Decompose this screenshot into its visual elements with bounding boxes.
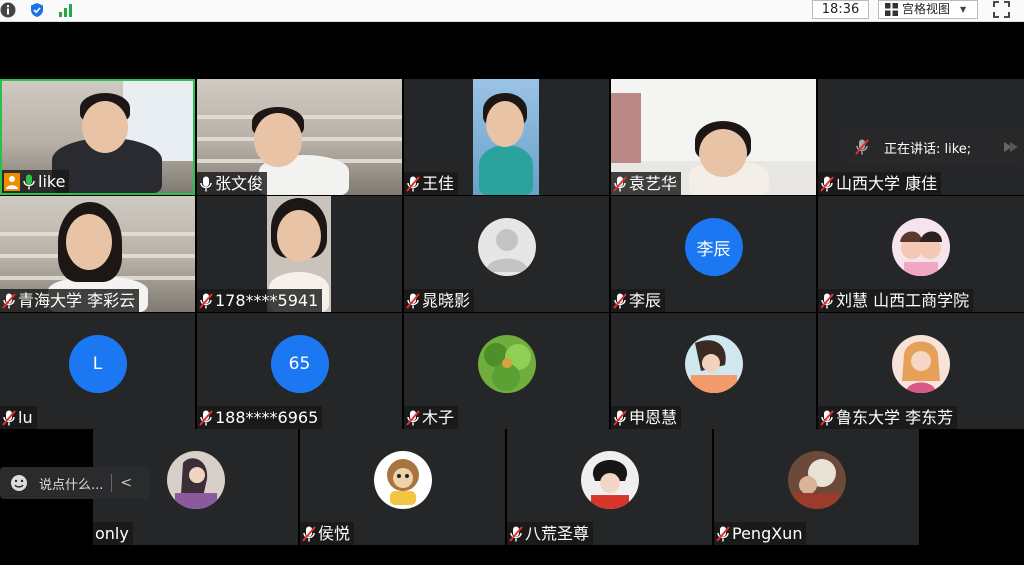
- shield-icon[interactable]: [29, 2, 45, 18]
- info-icon[interactable]: [0, 2, 16, 18]
- tile-houyue[interactable]: 侯悦: [300, 429, 505, 545]
- mic-muted-icon: [406, 409, 420, 426]
- video-tile-wangjia[interactable]: 王佳: [404, 79, 609, 195]
- top-status-bar: 18:36 宫格视图 ▼: [0, 0, 1024, 22]
- mic-muted-icon: [820, 292, 834, 309]
- avatar-image: [580, 451, 639, 510]
- name-tag: 王佳: [404, 172, 459, 195]
- user-icon: [4, 172, 20, 191]
- avatar: L: [68, 335, 127, 394]
- view-mode-button[interactable]: 宫格视图 ▼: [878, 0, 978, 19]
- chevron-down-icon: ▼: [960, 5, 967, 14]
- fullscreen-icon[interactable]: [993, 1, 1010, 18]
- mic-muted-icon: [2, 409, 16, 426]
- name-tag: 木子: [404, 406, 459, 429]
- grid-icon: [885, 3, 898, 16]
- avatar-image: [166, 451, 225, 510]
- avatar-image: [477, 335, 536, 394]
- mic-on-icon: [200, 176, 212, 191]
- name-tag: like: [2, 170, 70, 193]
- mic-muted-icon: [406, 175, 420, 192]
- name-tag: 晁晓影: [404, 289, 475, 312]
- tile-shenenhui[interactable]: 申恩慧: [611, 313, 816, 429]
- name-tag: 张文俊: [197, 172, 268, 195]
- mic-muted-icon: [613, 292, 627, 309]
- speaking-indicator: 正在讲话: like;: [842, 129, 1022, 165]
- signal-icon[interactable]: [58, 2, 74, 18]
- tile-muzi[interactable]: 木子: [404, 313, 609, 429]
- mic-muted-icon: [820, 175, 834, 192]
- divider: [111, 474, 113, 492]
- chevron-left-icon[interactable]: <: [120, 475, 132, 491]
- name-tag: 八荒圣尊: [507, 522, 594, 545]
- chat-input[interactable]: 说点什么...: [39, 474, 103, 493]
- mic-muted-icon: [2, 292, 16, 309]
- name-tag: 青海大学 李彩云: [0, 289, 140, 312]
- mic-muted-icon: [199, 292, 213, 309]
- speaking-label: 正在讲话: like;: [884, 141, 972, 157]
- mic-muted-icon: [302, 525, 316, 542]
- participant-video: [473, 79, 539, 195]
- mic-muted-icon: [509, 525, 523, 542]
- tile-lichen[interactable]: 李辰 李辰: [611, 196, 816, 312]
- tile-lu[interactable]: L lu: [0, 313, 195, 429]
- video-tile-yuanyihua[interactable]: 袁艺华: [611, 79, 816, 195]
- avatar-image: [373, 451, 432, 510]
- name-tag: 申恩慧: [611, 406, 682, 429]
- view-mode-label: 宫格视图: [902, 2, 951, 16]
- name-tag: PengXun: [714, 522, 807, 545]
- avatar-image: [892, 218, 950, 277]
- mic-muted-icon: [716, 525, 730, 542]
- tile-lidongfang[interactable]: 鲁东大学 李东芳: [818, 313, 1024, 429]
- video-tile-178[interactable]: 178****5941: [197, 196, 402, 312]
- mic-muted-icon: [820, 409, 834, 426]
- avatar-image: [892, 335, 950, 394]
- name-tag: lu: [0, 406, 37, 429]
- mic-on-icon: [23, 174, 35, 189]
- chat-input-bar[interactable]: 说点什么... <: [0, 467, 150, 499]
- name-tag: 山西大学 康佳: [818, 172, 942, 195]
- avatar-image: [684, 335, 743, 394]
- mic-muted-icon: [855, 139, 869, 155]
- tile-huangxiaoying[interactable]: 晁晓影: [404, 196, 609, 312]
- video-tile-licaiyun[interactable]: 青海大学 李彩云: [0, 196, 195, 312]
- tile-188[interactable]: 65 188****6965: [197, 313, 402, 429]
- default-avatar-icon: [477, 218, 536, 277]
- video-tile-zhangwenjun[interactable]: 张文俊: [197, 79, 402, 195]
- avatar-image: [787, 451, 846, 510]
- mic-muted-icon: [406, 292, 420, 309]
- mic-muted-icon: [613, 409, 627, 426]
- tile-pengxun[interactable]: PengXun: [714, 429, 919, 545]
- avatar: 65: [270, 335, 329, 394]
- name-tag: 刘慧 山西工商学院: [818, 289, 974, 312]
- avatar: 李辰: [684, 218, 743, 277]
- tile-bahuang[interactable]: 八荒圣尊: [507, 429, 712, 545]
- mic-muted-icon: [613, 175, 627, 192]
- name-tag: 侯悦: [300, 522, 355, 545]
- name-tag: 188****6965: [197, 406, 323, 429]
- collapse-icon[interactable]: [1000, 138, 1018, 156]
- video-tile-like[interactable]: like: [0, 79, 195, 195]
- name-tag: 178****5941: [197, 289, 323, 312]
- meeting-clock: 18:36: [812, 0, 869, 19]
- emoji-icon[interactable]: [10, 474, 28, 492]
- name-tag: 袁艺华: [611, 172, 682, 195]
- name-tag: only: [93, 522, 133, 545]
- tile-liuhui[interactable]: 刘慧 山西工商学院: [818, 196, 1024, 312]
- name-tag: 鲁东大学 李东芳: [818, 406, 958, 429]
- name-tag: 李辰: [611, 289, 666, 312]
- mic-muted-icon: [199, 409, 213, 426]
